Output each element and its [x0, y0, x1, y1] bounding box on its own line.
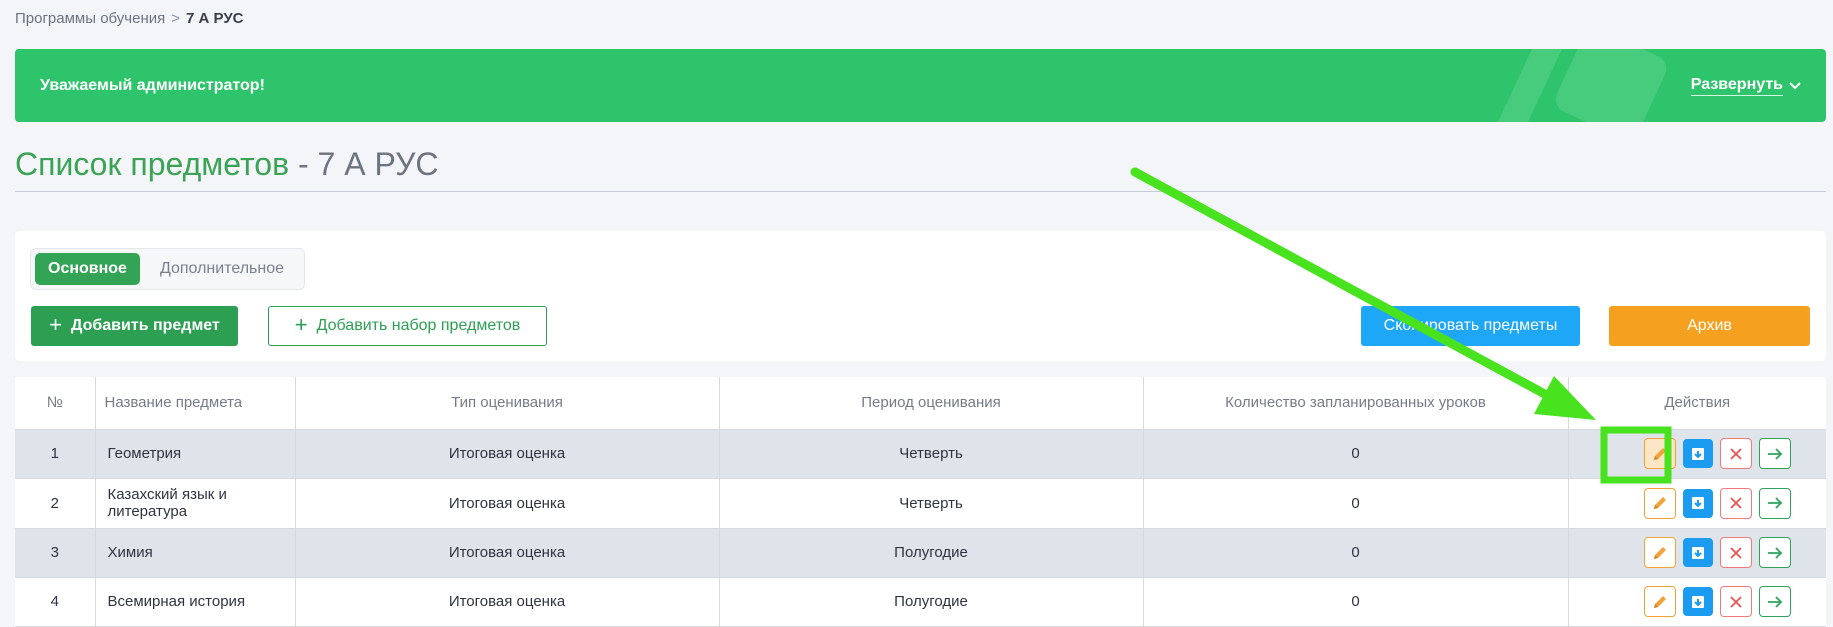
- subject-name: Всемирная история: [95, 577, 296, 627]
- grading-type: Итоговая оценка: [295, 478, 720, 529]
- grading-period: Полугодие: [719, 528, 1144, 578]
- expand-label: Развернуть: [1690, 76, 1783, 96]
- delete-button[interactable]: [1719, 537, 1752, 568]
- close-icon: [1730, 595, 1742, 608]
- table-row: 1 Геометрия Итоговая оценка Четверть 0: [15, 429, 1826, 479]
- tab-group: Основное Дополнительное: [30, 248, 306, 290]
- plus-icon: +: [49, 312, 63, 337]
- table-row: 3 Химия Итоговая оценка Полугодие 0: [15, 528, 1826, 578]
- tab-main[interactable]: Основное: [35, 253, 140, 285]
- grading-period: Четверть: [719, 429, 1144, 479]
- notice-banner: Уважаемый администратор! Развернуть: [15, 49, 1826, 122]
- open-button[interactable]: [1758, 586, 1791, 617]
- add-subject-set-label: Добавить набор предметов: [316, 317, 521, 334]
- column-header-type: Тип оценивания: [295, 377, 720, 430]
- column-header-actions: Действия: [1568, 377, 1826, 430]
- planned-lessons: 0: [1143, 528, 1569, 578]
- row-number: 3: [15, 528, 96, 578]
- column-header-name: Название предмета: [95, 377, 296, 430]
- banner-decoration-icon: [1497, 49, 1667, 122]
- page-title: Список предметов - 7 А РУС: [15, 146, 1826, 192]
- row-actions: [1568, 478, 1826, 529]
- download-icon: [1691, 595, 1704, 608]
- open-button[interactable]: [1758, 487, 1791, 519]
- grading-period: Четверть: [719, 478, 1144, 529]
- breadcrumb-current: 7 А РУС: [186, 10, 244, 27]
- grading-type: Итоговая оценка: [295, 577, 720, 627]
- open-button[interactable]: [1758, 438, 1791, 469]
- table-header-row: № Название предмета Тип оценивания Перио…: [15, 377, 1826, 430]
- row-number: 2: [15, 478, 96, 529]
- delete-button[interactable]: [1719, 438, 1752, 469]
- column-header-number: №: [15, 377, 96, 430]
- delete-button[interactable]: [1719, 487, 1752, 519]
- row-actions: [1568, 429, 1826, 479]
- page-title-class: - 7 А РУС: [289, 146, 439, 182]
- grading-period: Полугодие: [719, 577, 1144, 627]
- download-button[interactable]: [1682, 439, 1713, 468]
- close-icon: [1730, 546, 1742, 559]
- add-subject-button[interactable]: + Добавить предмет: [31, 306, 238, 346]
- plus-icon: +: [294, 312, 308, 337]
- table-row: 4 Всемирная история Итоговая оценка Полу…: [15, 577, 1826, 627]
- copy-subjects-button[interactable]: Скопировать предметы: [1361, 306, 1580, 346]
- add-subject-set-button[interactable]: + Добавить набор предметов: [268, 306, 547, 346]
- pencil-icon: [1653, 595, 1666, 608]
- planned-lessons: 0: [1143, 429, 1569, 479]
- close-icon: [1730, 447, 1742, 460]
- subject-name: Химия: [95, 528, 296, 578]
- grading-type: Итоговая оценка: [295, 429, 720, 479]
- add-subject-label: Добавить предмет: [71, 317, 220, 334]
- edit-button[interactable]: [1643, 537, 1676, 568]
- column-header-lessons: Количество запланированных уроков: [1143, 377, 1569, 430]
- table-row: 2 Казахский язык и литература Итоговая о…: [15, 478, 1826, 529]
- grading-type: Итоговая оценка: [295, 528, 720, 578]
- close-icon: [1730, 497, 1742, 509]
- planned-lessons: 0: [1143, 478, 1569, 529]
- controls-panel: Основное Дополнительное + Добавить предм…: [15, 231, 1826, 361]
- column-header-period: Период оценивания: [719, 377, 1144, 430]
- page-title-main: Список предметов: [15, 146, 290, 182]
- pencil-icon: [1653, 447, 1666, 460]
- tab-additional[interactable]: Дополнительное: [140, 253, 300, 285]
- breadcrumb-link-programs[interactable]: Программы обучения: [15, 10, 165, 27]
- breadcrumb-separator: >: [171, 10, 181, 27]
- delete-button[interactable]: [1719, 586, 1752, 617]
- banner-message: Уважаемый администратор!: [40, 76, 265, 94]
- archive-button[interactable]: Архив: [1609, 306, 1810, 346]
- open-button[interactable]: [1758, 537, 1791, 568]
- edit-button[interactable]: [1643, 487, 1676, 519]
- edit-button[interactable]: [1643, 586, 1676, 617]
- row-number: 1: [15, 429, 96, 479]
- expand-banner-button[interactable]: Развернуть: [1690, 76, 1801, 96]
- chevron-down-icon: [1789, 81, 1801, 89]
- planned-lessons: 0: [1143, 577, 1569, 627]
- arrow-right-icon: [1767, 447, 1783, 460]
- download-icon: [1691, 546, 1704, 559]
- row-actions: [1568, 577, 1826, 627]
- pencil-icon: [1653, 546, 1666, 559]
- download-button[interactable]: [1682, 587, 1713, 616]
- arrow-right-icon: [1767, 497, 1783, 509]
- download-icon: [1691, 447, 1704, 460]
- subject-name: Геометрия: [95, 429, 296, 479]
- download-button[interactable]: [1682, 488, 1713, 518]
- row-actions: [1568, 528, 1826, 578]
- subject-name: Казахский язык и литература: [95, 478, 296, 529]
- download-icon: [1691, 497, 1704, 509]
- arrow-right-icon: [1767, 546, 1783, 559]
- breadcrumb: Программы обучения > 7 А РУС: [15, 10, 244, 27]
- edit-button[interactable]: [1643, 438, 1676, 469]
- arrow-right-icon: [1767, 595, 1783, 608]
- download-button[interactable]: [1682, 538, 1713, 567]
- subjects-table: № Название предмета Тип оценивания Перио…: [15, 377, 1826, 627]
- pencil-icon: [1653, 497, 1666, 509]
- row-number: 4: [15, 577, 96, 627]
